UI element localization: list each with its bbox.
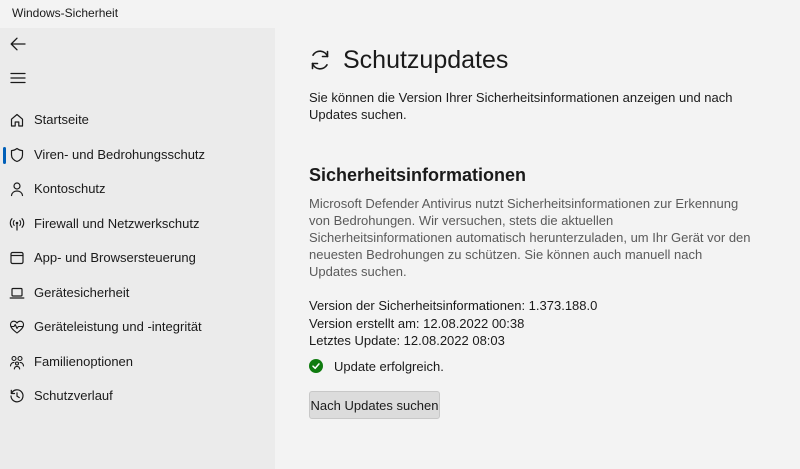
home-icon: [9, 112, 25, 128]
sidebar-item-kontoschutz[interactable]: Kontoschutz: [0, 172, 275, 206]
active-indicator: [3, 147, 6, 164]
page-description: Sie können die Version Ihrer Sicherheits…: [309, 90, 733, 122]
sidebar-item-label: Startseite: [34, 112, 89, 127]
sidebar-item-label: Viren- und Bedrohungsschutz: [34, 147, 206, 162]
person-icon: [9, 181, 25, 197]
sidebar-item-app-und-browsersteuerung[interactable]: App- und Browsersteuerung: [0, 241, 275, 275]
sidebar-item-firewall-und-netzwerkschutz[interactable]: Firewall und Netzwerkschutz: [0, 207, 275, 241]
sidebar-item-label: Familienoptionen: [34, 354, 134, 369]
version-created-date: Version erstellt am: 12.08.2022 00:38: [309, 316, 525, 331]
shield-icon: [9, 147, 25, 163]
status-text: Update erfolgreich.: [334, 358, 444, 374]
history-icon: [9, 388, 25, 404]
laptop-icon: [9, 285, 25, 301]
section-title: Sicherheitsinformationen: [309, 165, 527, 185]
heart-pulse-icon: [9, 319, 25, 335]
sidebar-item-label: App- und Browsersteuerung: [34, 250, 196, 265]
last-update-date: Letztes Update: 12.08.2022 08:03: [309, 333, 505, 348]
check-for-updates-button[interactable]: Nach Updates suchen: [309, 391, 440, 419]
security-info-version: Version der Sicherheitsinformationen: 1.…: [309, 298, 598, 313]
back-button[interactable]: [8, 34, 28, 54]
app-window-icon: [9, 250, 25, 266]
sidebar-item-familienoptionen[interactable]: Familienoptionen: [0, 345, 275, 379]
sidebar-item-label: Firewall und Netzwerkschutz: [34, 216, 200, 231]
hamburger-icon: [10, 72, 26, 84]
family-icon: [9, 354, 25, 370]
sidebar-item-viren-und-bedrohungsschutz[interactable]: Viren- und Bedrohungsschutz: [0, 138, 275, 172]
main-content: Schutzupdates Sie können die Version Ihr…: [275, 28, 800, 469]
back-arrow-icon: [10, 37, 26, 51]
sidebar: Startseite Viren- und Bedrohungsschutz K…: [0, 28, 275, 469]
sidebar-item-label: Gerätesicherheit: [34, 285, 130, 300]
sidebar-item-label: Geräteleistung und -integrität: [34, 319, 202, 334]
check-circle-icon: [309, 359, 323, 373]
sidebar-item-startseite[interactable]: Startseite: [0, 103, 275, 137]
sidebar-item-label: Kontoschutz: [34, 181, 106, 196]
window-title: Windows-Sicherheit: [12, 6, 119, 20]
update-status: Update erfolgreich.: [309, 358, 444, 374]
wifi-antenna-icon: [9, 216, 25, 232]
menu-button[interactable]: [8, 68, 28, 88]
section-description: Microsoft Defender Antivirus nutzt Siche…: [309, 196, 751, 279]
page-title: Schutzupdates: [343, 46, 509, 74]
sidebar-item-label: Schutzverlauf: [34, 388, 113, 403]
sidebar-item-geraetesicherheit[interactable]: Gerätesicherheit: [0, 276, 275, 310]
title-bar: Windows-Sicherheit: [0, 0, 800, 28]
refresh-icon: [308, 48, 332, 72]
sidebar-item-geraeteleistung-und-integritaet[interactable]: Geräteleistung und -integrität: [0, 310, 275, 344]
sidebar-item-schutzverlauf[interactable]: Schutzverlauf: [0, 379, 275, 413]
